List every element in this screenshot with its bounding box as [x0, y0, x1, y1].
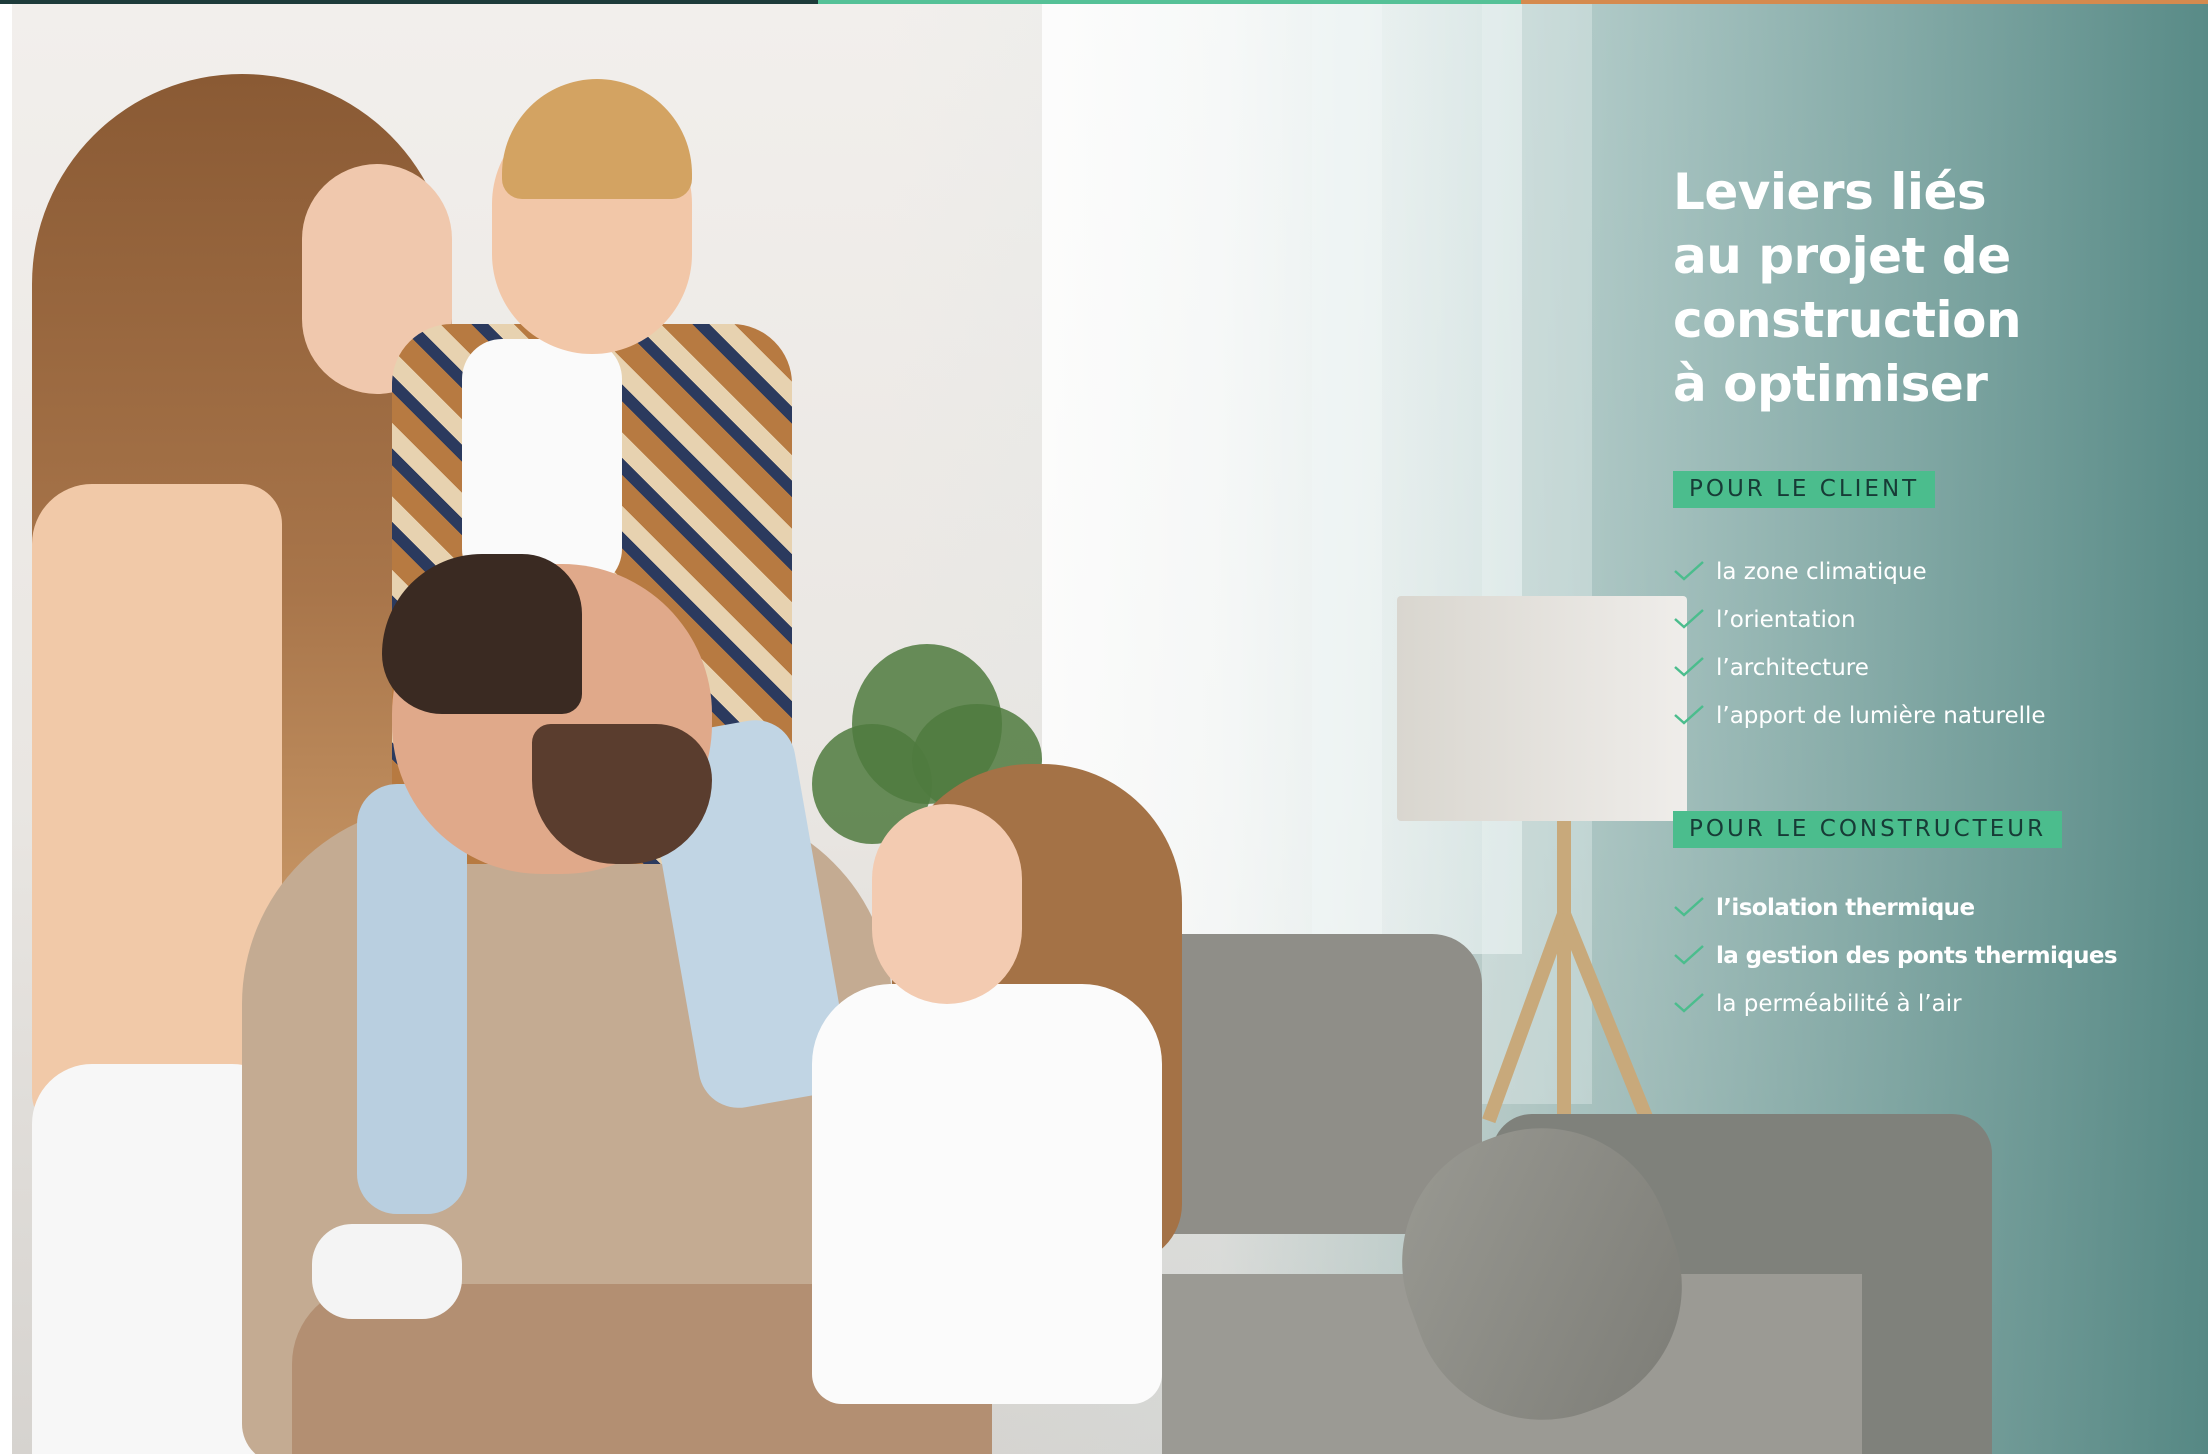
list-item: la gestion des ponts thermiques — [1673, 936, 2118, 984]
list-item-label: l’isolation thermique — [1716, 895, 1975, 921]
builder-section-tag: POUR LE CONSTRUCTEUR — [1673, 811, 2063, 848]
girl-tshirt — [812, 984, 1162, 1404]
boy-tshirt — [462, 339, 622, 589]
list-item: l’architecture — [1673, 648, 2046, 696]
client-levers-list: la zone climatique l’orientation l’archi… — [1673, 552, 2046, 744]
list-item-label: l’apport de lumière naturelle — [1716, 703, 2046, 729]
client-section-tag: POUR LE CLIENT — [1673, 471, 1936, 508]
list-item: l’orientation — [1673, 600, 2046, 648]
title-line: Leviers liés — [1673, 163, 1987, 221]
list-item-label: l’orientation — [1716, 607, 1856, 633]
list-item: la zone climatique — [1673, 552, 2046, 600]
list-item-label: l’architecture — [1716, 655, 1869, 681]
list-item-label: la gestion des ponts thermiques — [1716, 943, 2118, 969]
check-icon — [1674, 897, 1704, 917]
title-line: construction — [1673, 291, 2022, 349]
boy-shoe — [312, 1224, 462, 1319]
check-icon — [1674, 609, 1704, 629]
girl-face — [872, 804, 1022, 1004]
levers-panel: Leviers liés au projet de construction à… — [1673, 160, 2173, 1017]
check-icon — [1674, 657, 1704, 677]
boy-leg — [357, 784, 467, 1214]
list-item: la perméabilité à l’air — [1673, 984, 2117, 1032]
floor-lamp-leg — [1557, 821, 1571, 1131]
check-icon — [1674, 993, 1704, 1013]
floor-lamp-shade — [1397, 596, 1687, 821]
list-item-label: la perméabilité à l’air — [1716, 991, 1962, 1017]
check-icon — [1674, 705, 1704, 725]
page-title: Leviers liés au projet de construction à… — [1673, 160, 2173, 416]
check-icon — [1674, 945, 1704, 965]
title-line: à optimiser — [1673, 355, 1988, 413]
builder-levers-list: l’isolation thermique la gestion des pon… — [1673, 888, 2118, 1032]
list-item: l’apport de lumière naturelle — [1673, 696, 2046, 744]
list-item: l’isolation thermique — [1673, 888, 2117, 936]
check-icon — [1674, 561, 1704, 581]
boy-hair — [502, 79, 692, 199]
list-item-label: la zone climatique — [1716, 559, 1927, 585]
title-line: au projet de — [1673, 227, 2011, 285]
